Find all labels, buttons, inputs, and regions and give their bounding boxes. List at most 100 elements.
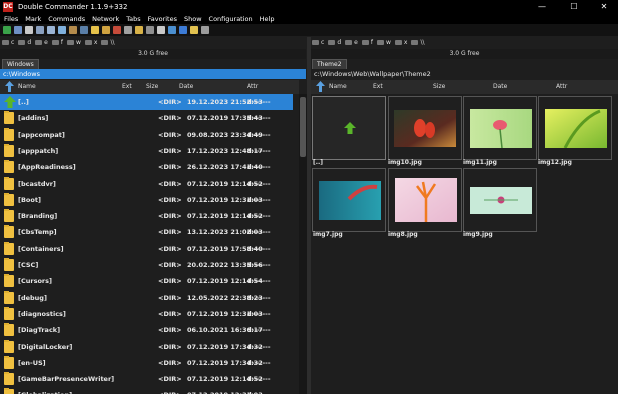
network-icon xyxy=(411,40,419,45)
file-row[interactable]: [CSC] <DIR> 20.02.2022 13:35:56 d------- xyxy=(0,257,293,273)
right-drive-w[interactable]: w xyxy=(376,39,391,46)
copy-names-icon[interactable] xyxy=(69,26,77,34)
column-attr[interactable]: Attr xyxy=(556,83,567,90)
run-term-icon[interactable] xyxy=(14,26,22,34)
compress-icon[interactable] xyxy=(91,26,99,34)
column-attr[interactable]: Attr xyxy=(247,83,258,90)
left-tab-row: Windows xyxy=(0,59,306,69)
column-name[interactable]: Name xyxy=(18,83,36,90)
file-row[interactable]: [diagnostics] <DIR> 07.12.2019 12:31:03 d--… xyxy=(0,306,293,322)
multi-rename-icon[interactable] xyxy=(113,26,121,34)
settings-icon[interactable] xyxy=(201,26,209,34)
left-scrollbar[interactable] xyxy=(299,94,307,394)
extract-icon[interactable] xyxy=(102,26,110,34)
file-row[interactable]: [en-US] <DIR> 07.12.2019 17:34:32 d------- xyxy=(0,355,293,371)
file-row[interactable]: [AppReadiness] <DIR> 26.12.2023 17:41:40 d-… xyxy=(0,159,293,175)
sync-dirs-icon[interactable] xyxy=(135,26,143,34)
file-row[interactable]: [DiagTrack] <DIR> 06.10.2021 16:36:17 d----… xyxy=(0,322,293,338)
view-file-icon[interactable] xyxy=(157,26,165,34)
drive-icon xyxy=(18,40,26,45)
file-row[interactable]: [CbsTemp] <DIR> 13.12.2023 21:02:03 d------… xyxy=(0,224,293,240)
file-row[interactable]: [addins] <DIR> 07.12.2019 17:35:43 d------- xyxy=(0,110,293,126)
thumb-parent[interactable] xyxy=(312,96,386,160)
menu-commands[interactable]: Commands xyxy=(48,15,85,23)
tab-windows[interactable]: Windows xyxy=(2,59,39,69)
columns-icon[interactable] xyxy=(80,26,88,34)
file-row[interactable]: [appcompat] <DIR> 09.08.2023 23:34:49 d----… xyxy=(0,127,293,143)
menu-network[interactable]: Network xyxy=(92,15,119,23)
file-row[interactable]: [Boot] <DIR> 07.12.2019 12:31:03 d------- xyxy=(0,192,293,208)
left-drive-w[interactable]: w xyxy=(66,39,81,46)
menu-configuration[interactable]: Configuration xyxy=(209,15,253,23)
file-row[interactable]: [DigitalLocker] <DIR> 07.12.2019 17:34:32 d… xyxy=(0,339,293,355)
compare-icon[interactable] xyxy=(146,26,154,34)
scrollbar-thumb[interactable] xyxy=(300,97,306,157)
right-drive-c[interactable]: c xyxy=(312,39,324,46)
menu-mark[interactable]: Mark xyxy=(25,15,41,23)
thumb-img8[interactable] xyxy=(388,168,462,232)
thumbnail-view-icon[interactable] xyxy=(58,26,66,34)
column-size[interactable]: Size xyxy=(433,83,445,90)
column-date[interactable]: Date xyxy=(493,83,507,90)
file-row[interactable]: [apppatch] <DIR> 17.12.2023 12:48:17 d-----… xyxy=(0,143,293,159)
file-row[interactable]: [debug] <DIR> 12.05.2022 22:38:23 d------- xyxy=(0,290,293,306)
left-drive-d[interactable]: d xyxy=(18,39,31,46)
file-size: <DIR> xyxy=(158,114,182,123)
left-path[interactable]: c:\Windows xyxy=(0,69,306,79)
thumb-img10[interactable] xyxy=(388,96,462,160)
thumb-img7[interactable] xyxy=(312,168,386,232)
file-attr: d------- xyxy=(247,163,271,172)
column-date[interactable]: Date xyxy=(179,83,193,90)
search-icon[interactable] xyxy=(124,26,132,34)
file-attr: d------- xyxy=(247,358,271,367)
img9-thumbnail xyxy=(470,187,532,214)
right-drive-x[interactable]: x xyxy=(394,39,407,46)
left-drive-bar: c d e f w x \\ xyxy=(2,37,302,48)
minimize-button[interactable]: — xyxy=(528,0,556,14)
edit-file-icon[interactable] xyxy=(168,26,176,34)
thumb-img11[interactable] xyxy=(463,96,537,160)
full-view-icon[interactable] xyxy=(47,26,55,34)
refresh-icon[interactable] xyxy=(3,26,11,34)
drive-label: c xyxy=(321,39,325,46)
right-network-drive[interactable]: \\ xyxy=(411,39,424,46)
column-size[interactable]: Size xyxy=(146,83,158,90)
menu-tabs[interactable]: Tabs xyxy=(126,15,140,23)
thumb-label: img12.jpg xyxy=(538,159,572,166)
column-ext[interactable]: Ext xyxy=(373,83,383,90)
right-drive-e[interactable]: e xyxy=(345,39,358,46)
right-path[interactable]: c:\Windows\Web\Wallpaper\Theme2 xyxy=(311,69,618,79)
left-network-drive[interactable]: \\ xyxy=(101,39,114,46)
file-row[interactable]: [Containers] <DIR> 07.12.2019 17:58:40 d---… xyxy=(0,241,293,257)
thumb-img9[interactable] xyxy=(463,168,537,232)
close-button[interactable]: ✕ xyxy=(590,0,618,14)
options-icon[interactable] xyxy=(25,26,33,34)
left-drive-x[interactable]: x xyxy=(84,39,97,46)
brief-view-icon[interactable] xyxy=(36,26,44,34)
file-row[interactable]: [Branding] <DIR> 07.12.2019 12:14:52 d-----… xyxy=(0,208,293,224)
file-row[interactable]: [Globalization]<DIR>07.12.2019 12:31:03d… xyxy=(0,387,293,394)
left-drive-c[interactable]: c xyxy=(2,39,14,46)
thumb-img12[interactable] xyxy=(538,96,612,160)
file-name: [diagnostics] xyxy=(18,309,66,318)
file-row[interactable]: [Cursors] <DIR> 07.12.2019 12:14:54 d------… xyxy=(0,273,293,289)
right-drive-d[interactable]: d xyxy=(328,39,341,46)
drive-icon xyxy=(51,40,59,45)
left-column-header: Name Ext Size Date Attr xyxy=(0,80,299,94)
maximize-button[interactable]: ☐ xyxy=(560,0,588,14)
right-drive-f[interactable]: f xyxy=(361,39,373,46)
left-drive-f[interactable]: f xyxy=(51,39,63,46)
file-row[interactable]: [bcastdvr] <DIR> 07.12.2019 12:14:52 d-----… xyxy=(0,176,293,192)
new-folder-icon[interactable] xyxy=(190,26,198,34)
menu-help[interactable]: Help xyxy=(260,15,275,23)
file-row[interactable]: [GameBarPresenceWriter] <DIR> 07.12.2019 1… xyxy=(0,371,293,387)
tab-theme2[interactable]: Theme2 xyxy=(312,59,347,69)
column-ext[interactable]: Ext xyxy=(122,83,132,90)
menu-favorites[interactable]: Favorites xyxy=(148,15,177,23)
column-name[interactable]: Name xyxy=(329,83,347,90)
menu-show[interactable]: Show xyxy=(184,15,202,23)
parent-dir-row[interactable]: [..] <DIR> 19.12.2023 21:52:53 d------- xyxy=(0,94,293,110)
left-drive-e[interactable]: e xyxy=(35,39,48,46)
save-icon[interactable] xyxy=(179,26,187,34)
menu-files[interactable]: Files xyxy=(4,15,18,23)
